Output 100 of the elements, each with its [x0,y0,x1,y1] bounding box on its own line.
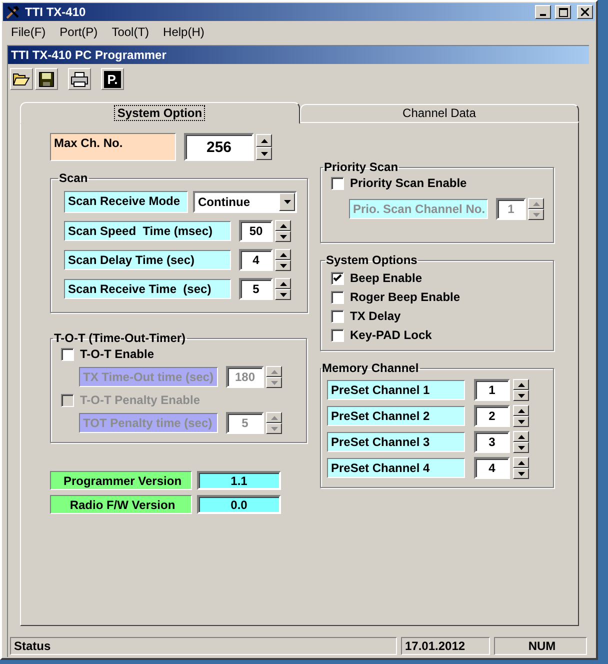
field-label: PreSet Channel 3 [327,432,465,452]
number-field[interactable]: 4 [239,249,273,271]
spin-down-button[interactable] [275,260,291,271]
down-arrow-icon [518,472,524,476]
field-label: Max Ch. No. [50,133,176,161]
spin-down-button[interactable] [513,390,529,401]
open-button[interactable] [10,68,33,90]
menu-item[interactable]: Tool(T) [106,25,156,39]
up-arrow-icon [518,408,524,412]
checkbox[interactable] [331,290,344,304]
up-arrow-icon [280,252,286,256]
printer-icon [71,72,88,86]
checkbox[interactable] [61,348,74,360]
spin-down-button[interactable] [266,377,282,388]
field-label: Scan Speed Time (msec) [64,221,231,241]
checkbox[interactable] [331,328,344,342]
tab[interactable]: Channel Data [300,104,579,122]
spin-up-button[interactable] [513,379,529,390]
down-arrow-icon [270,426,278,430]
folder-icon [13,72,30,86]
spin-up-button[interactable] [513,405,529,416]
dropdown[interactable]: Continue [193,191,297,213]
number-field[interactable]: 2 [474,405,510,427]
up-arrow-icon [532,202,540,206]
down-arrow-icon [518,394,524,398]
window-title: TTI TX-410 PC Programmer [8,46,589,64]
down-arrow-icon [270,380,278,384]
number-field[interactable]: 256 [184,133,254,161]
spin-down-button[interactable] [275,289,291,300]
up-arrow-icon [518,382,524,386]
spin-up-button[interactable] [275,249,291,260]
checkbox-label: Beep Enable [350,271,422,285]
down-arrow-icon [260,152,268,156]
checkbox[interactable] [331,272,344,284]
number-field[interactable]: 5 [239,278,273,300]
tab[interactable]: System Option [20,102,300,124]
down-arrow-icon [280,234,286,238]
spin-up-button[interactable] [513,431,529,442]
save-button[interactable] [35,68,58,90]
spin-down-button[interactable] [513,468,529,479]
dropdown-button[interactable] [279,193,295,211]
window-title: TTI TX-410 [25,5,87,19]
spin-down-button[interactable] [528,209,544,220]
maximize-button[interactable] [555,5,571,19]
spin-down-button[interactable] [266,423,282,434]
down-arrow-icon [280,264,286,268]
status-date: 17.01.2012 [401,637,490,655]
field-label: Prio. Scan Channel No. [349,199,488,219]
p-button[interactable]: P. [101,68,124,90]
menu-item[interactable]: File(F) [5,25,52,39]
group-title: Priority Scan [323,160,400,174]
up-arrow-icon [518,434,524,438]
menu-item[interactable]: Port(P) [54,25,104,39]
value-field: 1.1 [197,471,281,490]
checkbox-label: Roger Beep Enable [350,290,460,304]
number-field[interactable]: 1 [474,379,510,401]
value-field: 0.0 [197,495,281,514]
group-title: System Options [325,253,418,267]
number-field[interactable]: 50 [239,220,273,242]
field-label: PreSet Channel 1 [327,380,465,400]
down-arrow-icon [284,200,290,204]
field-label: PreSet Channel 2 [327,406,465,426]
minimize-button[interactable] [535,5,551,19]
checkbox-label: T-O-T Enable [80,347,154,361]
number-field[interactable]: 3 [474,431,510,453]
spin-up-button[interactable] [513,457,529,468]
up-arrow-icon [518,460,524,464]
checkbox-label: Key-PAD Lock [350,328,432,342]
spin-down-button[interactable] [275,231,291,242]
spin-down-button[interactable] [513,416,529,427]
field-label: Scan Receive Mode [64,191,188,213]
down-arrow-icon [518,446,524,450]
status-indicator: NUM [494,637,587,655]
number-field[interactable]: 4 [474,457,510,479]
spin-down-button[interactable] [256,147,272,160]
field-label: Radio F/W Version [50,495,192,514]
close-button[interactable] [577,5,593,19]
field-label: Scan Delay Time (sec) [64,250,231,270]
up-arrow-icon [270,416,278,420]
close-icon [581,8,589,16]
spin-up-button[interactable] [266,366,282,377]
spin-up-button[interactable] [256,134,272,147]
checkbox-label: T-O-T Penalty Enable [80,393,200,407]
spin-up-button[interactable] [275,220,291,231]
maximize-icon [558,8,568,16]
spin-up-button[interactable] [528,198,544,209]
spin-up-button[interactable] [275,278,291,289]
group-title: Memory Channel [321,361,420,375]
checkbox[interactable] [331,176,344,190]
spin-up-button[interactable] [266,412,282,423]
print-button[interactable] [68,68,91,90]
menu-item[interactable]: Help(H) [157,25,210,39]
checkbox-label: Priority Scan Enable [350,176,467,190]
field-label: PreSet Channel 4 [327,458,465,478]
checkbox[interactable] [331,310,344,322]
field-label: Scan Receive Time (sec) [64,279,231,299]
checkmark-icon [333,274,342,282]
field-label: TOT Penalty time (sec) [79,413,218,433]
spin-down-button[interactable] [513,442,529,453]
down-arrow-icon [532,212,540,216]
